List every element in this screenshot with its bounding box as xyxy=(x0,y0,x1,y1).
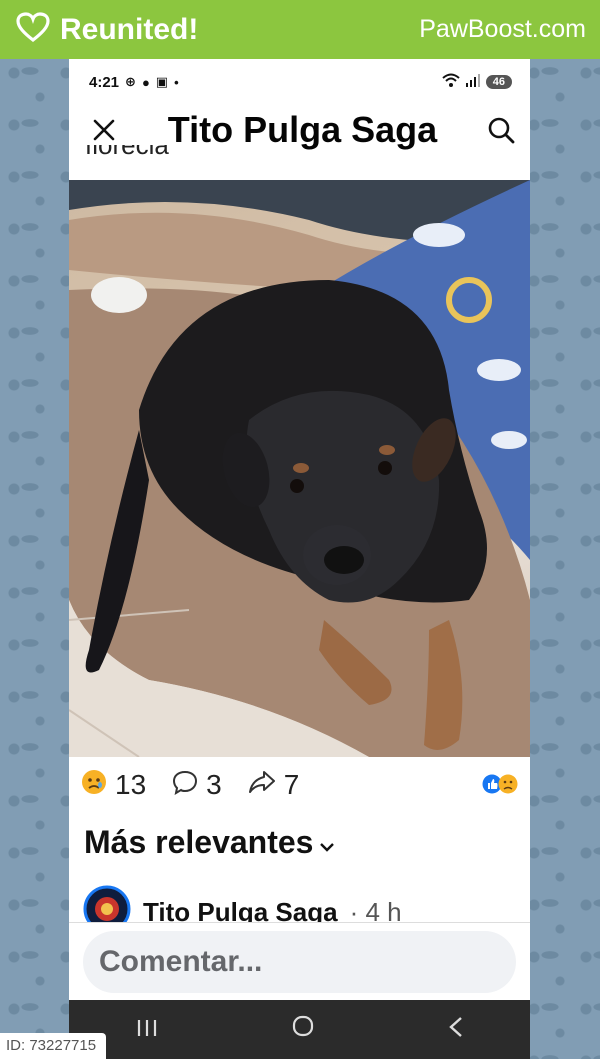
wifi-icon xyxy=(442,73,460,91)
battery-indicator: 46 xyxy=(485,75,512,89)
android-nav-bar xyxy=(69,1000,530,1059)
sad-face-icon xyxy=(81,769,107,802)
post-text-cut: florecia xyxy=(85,145,169,160)
messenger-icon: ⊕ xyxy=(125,74,136,89)
comment-input[interactable] xyxy=(83,931,516,993)
sort-label: Más relevantes xyxy=(84,824,314,860)
heart-icon xyxy=(16,12,50,47)
dot-icon: • xyxy=(174,74,179,90)
close-icon[interactable] xyxy=(87,113,121,147)
phone-screenshot: 4:21 ⊕ ● ▣ • 46 Tito Pulga Saga florecia xyxy=(69,59,530,1059)
shares-count-value: 7 xyxy=(283,769,300,800)
recent-apps-icon[interactable] xyxy=(136,1014,158,1045)
reaction-count[interactable]: 13 xyxy=(81,769,146,802)
banner-title: Reunited! xyxy=(60,12,199,46)
signal-icon xyxy=(465,73,480,91)
shares-count[interactable]: 7 xyxy=(248,769,300,802)
search-icon[interactable] xyxy=(484,113,518,147)
reaction-bar: 13 3 7 xyxy=(81,765,518,805)
sad-face-small-icon xyxy=(498,769,518,801)
dog-photo[interactable] xyxy=(69,180,530,757)
reunited-banner: Reunited! PawBoost.com xyxy=(0,0,600,59)
chat-icon: ● xyxy=(141,74,150,90)
comment-sort-dropdown[interactable]: Más relevantes xyxy=(84,824,335,861)
comments-count[interactable]: 3 xyxy=(172,769,222,802)
comments-count-value: 3 xyxy=(206,769,222,800)
app-icon: ▣ xyxy=(155,74,169,89)
status-bar: 4:21 ⊕ ● ▣ • 46 xyxy=(69,59,530,105)
brand-link[interactable]: PawBoost.com xyxy=(419,15,586,44)
page-title: Tito Pulga Saga xyxy=(167,109,438,150)
reaction-count-value: 13 xyxy=(115,769,147,800)
clock: 4:21 xyxy=(89,73,120,91)
chevron-down-icon xyxy=(319,824,335,861)
id-label: ID: 73227715 xyxy=(0,1033,107,1059)
home-icon[interactable] xyxy=(291,1014,315,1045)
comment-icon xyxy=(172,769,198,802)
comment-composer xyxy=(69,922,530,1000)
reaction-icons[interactable] xyxy=(482,769,518,801)
share-icon xyxy=(248,769,276,802)
back-icon[interactable] xyxy=(448,1014,464,1045)
